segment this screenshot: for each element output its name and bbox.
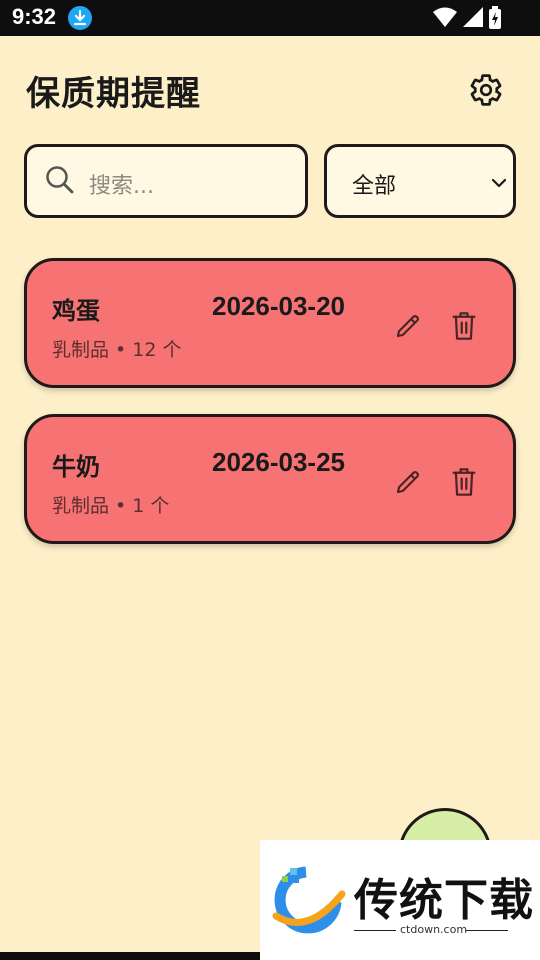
item-meta: 乳制品 • 12 个 [52, 339, 182, 361]
download-badge-icon [68, 6, 92, 30]
wifi-icon [433, 7, 457, 27]
edit-icon[interactable] [393, 311, 423, 341]
item-card[interactable]: 鸡蛋 2026-03-20 乳制品 • 12 个 [24, 258, 516, 388]
watermark-divider-right [466, 930, 508, 931]
trash-icon[interactable] [451, 311, 477, 341]
chevron-down-icon [491, 178, 507, 188]
battery-charging-icon [489, 6, 501, 29]
watermark-logo: 传统下载 ctdown.com [260, 840, 540, 960]
search-input[interactable]: 搜索... [24, 144, 308, 218]
watermark-divider-left [354, 930, 396, 931]
watermark-logo-icon [272, 866, 346, 934]
item-meta: 乳制品 • 1 个 [52, 495, 170, 517]
status-bar: 9:32 [0, 0, 540, 36]
watermark-url: ctdown.com [400, 923, 468, 936]
item-expiry-date: 2026-03-25 [212, 447, 345, 477]
page-title: 保质期提醒 [26, 74, 201, 114]
item-expiry-date: 2026-03-20 [212, 291, 345, 321]
signal-icon [463, 7, 483, 27]
category-filter-select[interactable]: 全部 [324, 144, 516, 218]
search-placeholder: 搜索... [89, 174, 154, 199]
search-icon [46, 166, 74, 194]
item-name: 牛奶 [52, 453, 100, 481]
status-time: 9:32 [12, 4, 57, 29]
trash-icon[interactable] [451, 467, 477, 497]
edit-icon[interactable] [393, 467, 423, 497]
navigation-bar [0, 952, 260, 960]
item-name: 鸡蛋 [52, 297, 100, 325]
filter-selected-value: 全部 [352, 174, 397, 199]
gear-icon [470, 74, 502, 106]
watermark-text: 传统下载 [354, 875, 534, 926]
settings-button[interactable] [468, 72, 504, 108]
item-card[interactable]: 牛奶 2026-03-25 乳制品 • 1 个 [24, 414, 516, 544]
